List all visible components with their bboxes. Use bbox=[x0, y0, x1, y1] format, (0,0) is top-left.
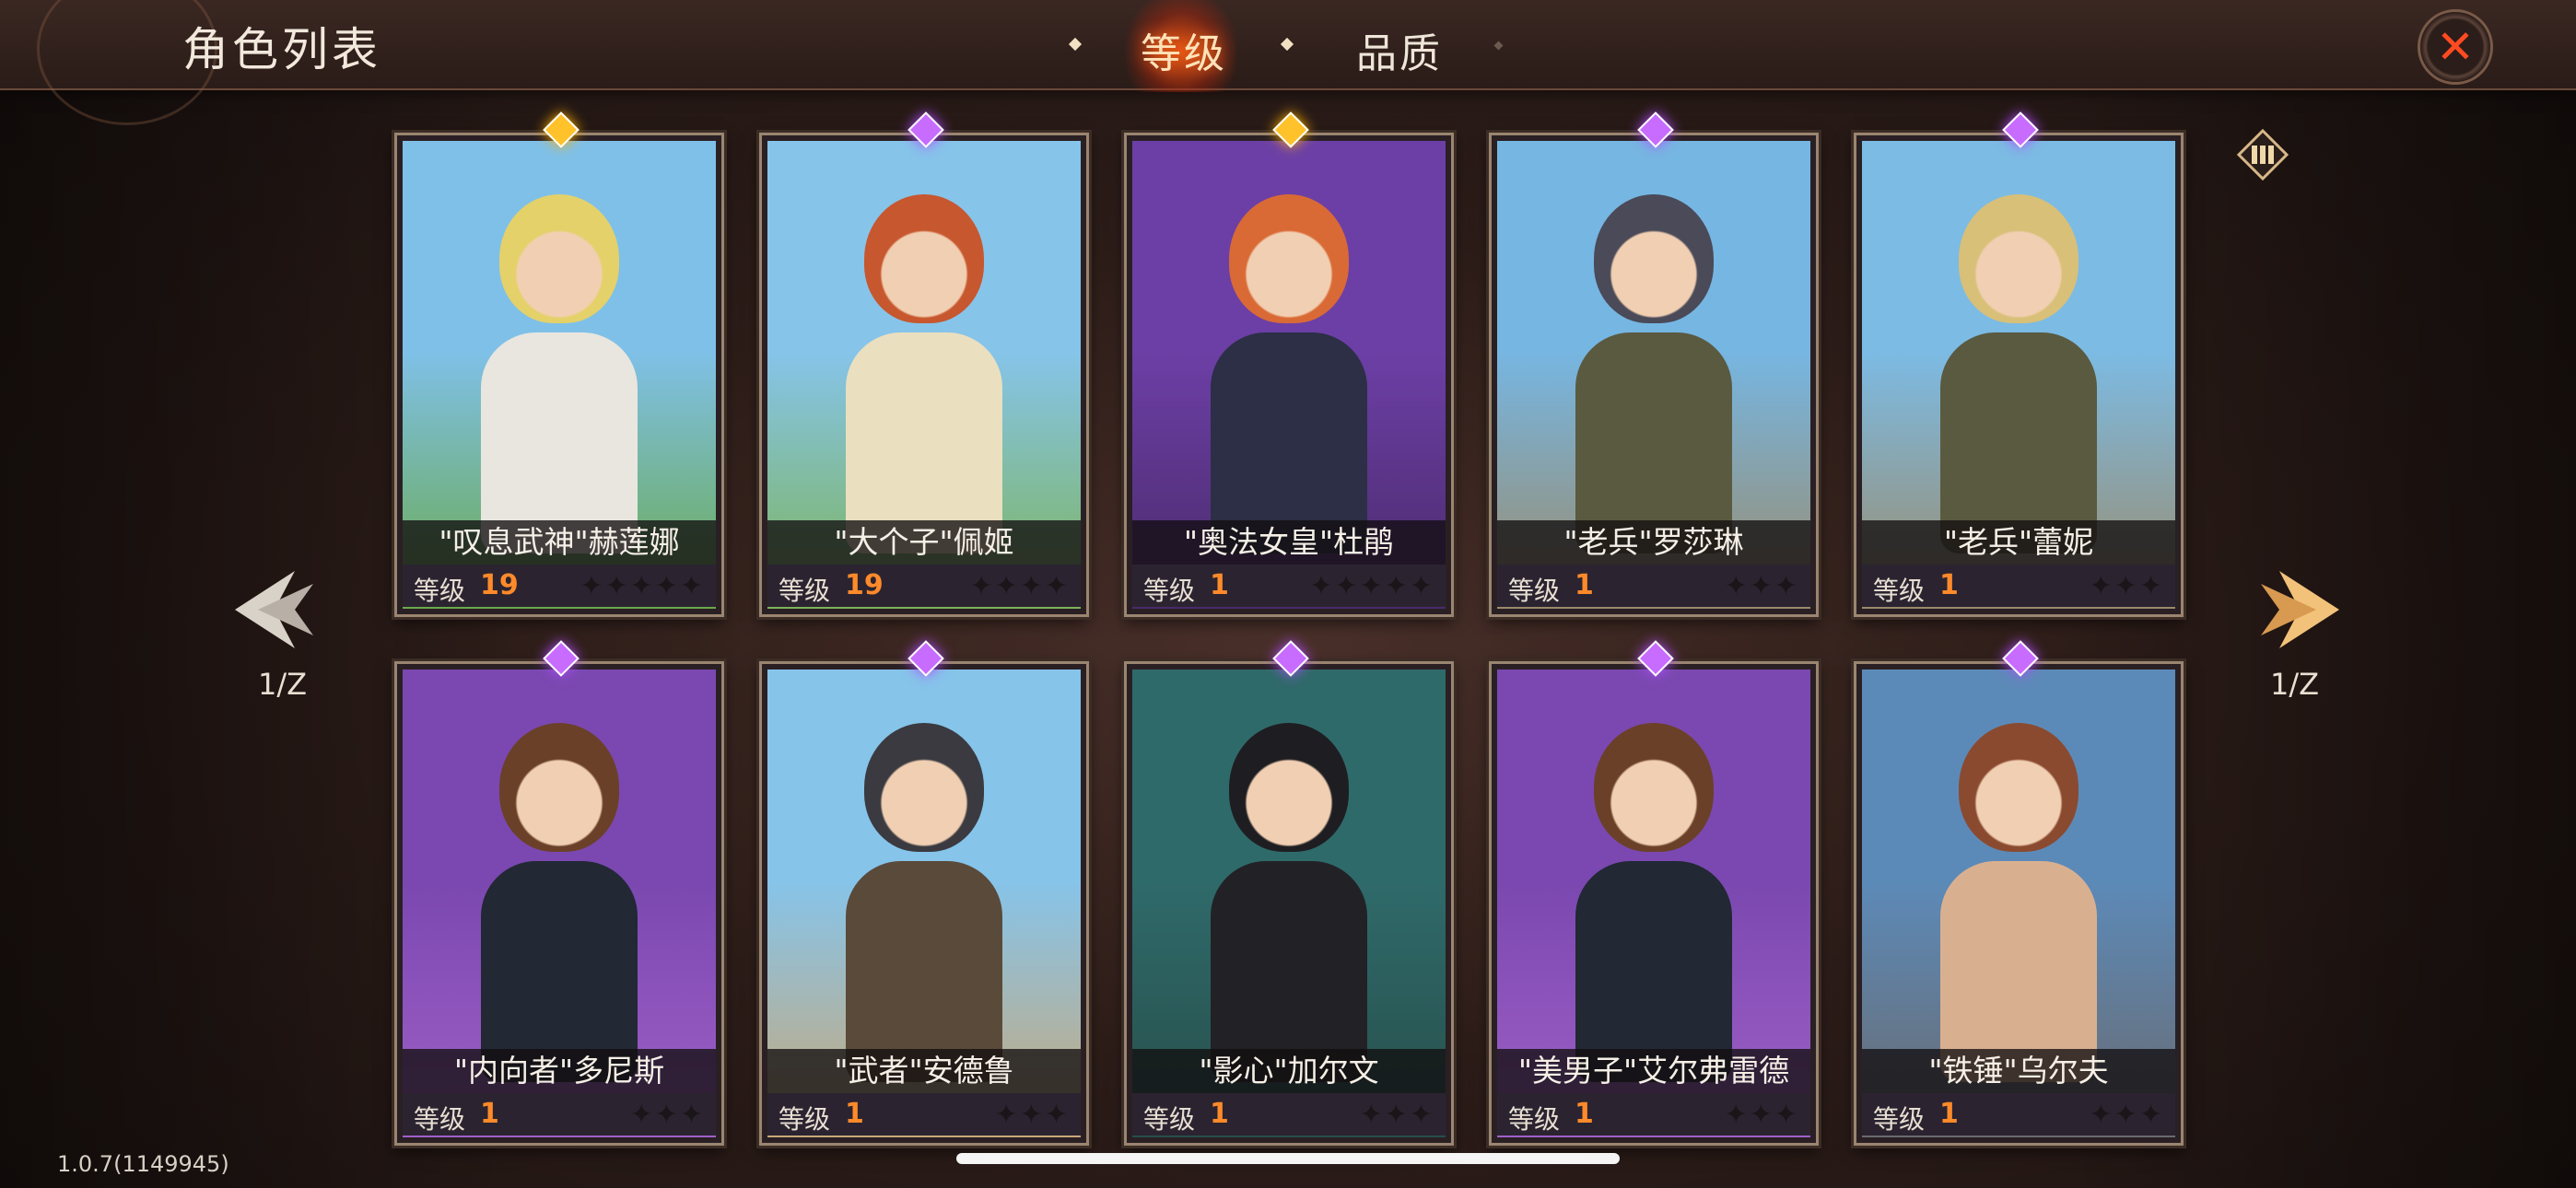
level-value: 1 bbox=[1575, 569, 1594, 601]
tab-divider-dot bbox=[1493, 41, 1504, 51]
close-button[interactable]: ✕ bbox=[2418, 9, 2493, 85]
star-rating-icon: ✦✦✦✦✦ bbox=[1309, 570, 1434, 602]
star-rating-icon: ✦✦✦ bbox=[1724, 570, 1799, 602]
level-row: 等级 1 ✦✦✦ bbox=[1497, 1093, 1810, 1136]
level-label: 等级 bbox=[1508, 1104, 1561, 1135]
character-card[interactable]: "老兵"蕾妮等级 1 ✦✦✦ bbox=[1854, 111, 2184, 617]
level-value: 19 bbox=[845, 569, 884, 601]
level-label: 等级 bbox=[1143, 576, 1196, 606]
character-name: "老兵"罗莎琳 bbox=[1497, 520, 1810, 565]
level-label: 等级 bbox=[1508, 576, 1561, 606]
character-card[interactable]: "铁锤"乌尔夫等级 1 ✦✦✦ bbox=[1854, 640, 2184, 1146]
level-value: 1 bbox=[1210, 1098, 1229, 1130]
home-indicator[interactable] bbox=[956, 1153, 1620, 1164]
tab-divider-dot bbox=[1068, 37, 1083, 52]
star-rating-icon: ✦✦✦ bbox=[1724, 1099, 1799, 1131]
character-name: "叹息武神"赫莲娜 bbox=[403, 520, 716, 565]
character-card[interactable]: "大个子"佩姬等级 19 ✦✦✦✦ bbox=[759, 111, 1089, 617]
version-label: 1.0.7(1149945) bbox=[57, 1151, 229, 1177]
character-head bbox=[1594, 723, 1714, 852]
level-value: 1 bbox=[1939, 1098, 1959, 1130]
character-head bbox=[499, 723, 619, 852]
level-label: 等级 bbox=[414, 1104, 466, 1135]
level-value: 1 bbox=[480, 1098, 499, 1130]
character-name: "美男子"艾尔弗雷德 bbox=[1497, 1049, 1810, 1093]
character-name: "内向者"多尼斯 bbox=[403, 1049, 716, 1093]
tab-divider-dot bbox=[1280, 37, 1294, 52]
top-bar: 角色列表 等级 品质 ✕ bbox=[0, 0, 2576, 125]
character-card[interactable]: "老兵"罗莎琳等级 1 ✦✦✦ bbox=[1489, 111, 1819, 617]
level-label: 等级 bbox=[779, 1104, 831, 1135]
level-label: 等级 bbox=[1873, 576, 1926, 606]
character-card[interactable]: "叹息武神"赫莲娜等级 19 ✦✦✦✦✦ bbox=[394, 111, 724, 617]
character-card[interactable]: "奥法女皇"杜鹃等级 1 ✦✦✦✦✦ bbox=[1124, 111, 1454, 617]
level-value: 1 bbox=[1939, 569, 1959, 601]
character-head bbox=[1229, 723, 1349, 852]
level-value: 1 bbox=[1575, 1098, 1594, 1130]
character-name: "铁锤"乌尔夫 bbox=[1862, 1049, 2175, 1093]
star-rating-icon: ✦✦✦ bbox=[629, 1099, 705, 1131]
character-name: "影心"加尔文 bbox=[1132, 1049, 1446, 1093]
character-name: "大个子"佩姬 bbox=[767, 520, 1081, 565]
level-row: 等级 1 ✦✦✦ bbox=[1132, 1093, 1446, 1136]
level-row: 等级 19 ✦✦✦✦ bbox=[767, 565, 1081, 607]
level-label: 等级 bbox=[414, 576, 466, 606]
star-rating-icon: ✦✦✦ bbox=[994, 1099, 1070, 1131]
level-row: 等级 1 ✦✦✦ bbox=[403, 1093, 716, 1136]
level-row: 等级 1 ✦✦✦ bbox=[1497, 565, 1810, 607]
tab-quality[interactable]: 品质 bbox=[1356, 20, 1443, 79]
level-label: 等级 bbox=[1143, 1104, 1196, 1135]
character-head bbox=[1594, 194, 1714, 323]
character-head bbox=[864, 723, 984, 852]
level-row: 等级 1 ✦✦✦✦✦ bbox=[1132, 565, 1446, 607]
star-rating-icon: ✦✦✦ bbox=[1359, 1099, 1434, 1131]
character-card[interactable]: "美男子"艾尔弗雷德等级 1 ✦✦✦ bbox=[1489, 640, 1819, 1146]
character-name: "老兵"蕾妮 bbox=[1862, 520, 2175, 565]
page-indicator-left: 1/Z bbox=[258, 667, 308, 702]
level-value: 1 bbox=[845, 1098, 864, 1130]
level-value: 19 bbox=[480, 569, 519, 601]
character-card[interactable]: "影心"加尔文等级 1 ✦✦✦ bbox=[1124, 640, 1454, 1146]
prev-arrow-icon bbox=[235, 571, 313, 648]
next-page-button[interactable] bbox=[2252, 564, 2344, 656]
character-head bbox=[499, 194, 619, 323]
star-rating-icon: ✦✦✦✦✦ bbox=[580, 570, 705, 602]
star-rating-icon: ✦✦✦ bbox=[2089, 1099, 2164, 1131]
character-name: "武者"安德鲁 bbox=[767, 1049, 1081, 1093]
prev-page-button[interactable] bbox=[230, 564, 322, 656]
level-label: 等级 bbox=[1873, 1104, 1926, 1135]
level-row: 等级 1 ✦✦✦ bbox=[1862, 1093, 2175, 1136]
tab-level[interactable]: 等级 bbox=[1141, 20, 1227, 79]
character-card[interactable]: "内向者"多尼斯等级 1 ✦✦✦ bbox=[394, 640, 724, 1146]
character-head bbox=[1959, 723, 2078, 852]
character-head bbox=[1229, 194, 1349, 323]
character-name: "奥法女皇"杜鹃 bbox=[1132, 520, 1446, 565]
level-value: 1 bbox=[1210, 569, 1229, 601]
level-row: 等级 1 ✦✦✦ bbox=[1862, 565, 2175, 607]
next-arrow-icon bbox=[2261, 571, 2339, 648]
level-label: 等级 bbox=[779, 576, 831, 606]
character-head bbox=[1959, 194, 2078, 323]
close-icon: ✕ bbox=[2436, 20, 2475, 74]
level-row: 等级 1 ✦✦✦ bbox=[767, 1093, 1081, 1136]
character-head bbox=[864, 194, 984, 323]
page-title: 角色列表 bbox=[182, 23, 381, 76]
star-rating-icon: ✦✦✦✦ bbox=[969, 570, 1070, 602]
grid-view-icon[interactable] bbox=[2236, 128, 2289, 181]
character-card[interactable]: "武者"安德鲁等级 1 ✦✦✦ bbox=[759, 640, 1089, 1146]
star-rating-icon: ✦✦✦ bbox=[2089, 570, 2164, 602]
page-indicator-right: 1/Z bbox=[2270, 667, 2320, 702]
level-row: 等级 19 ✦✦✦✦✦ bbox=[403, 565, 716, 607]
